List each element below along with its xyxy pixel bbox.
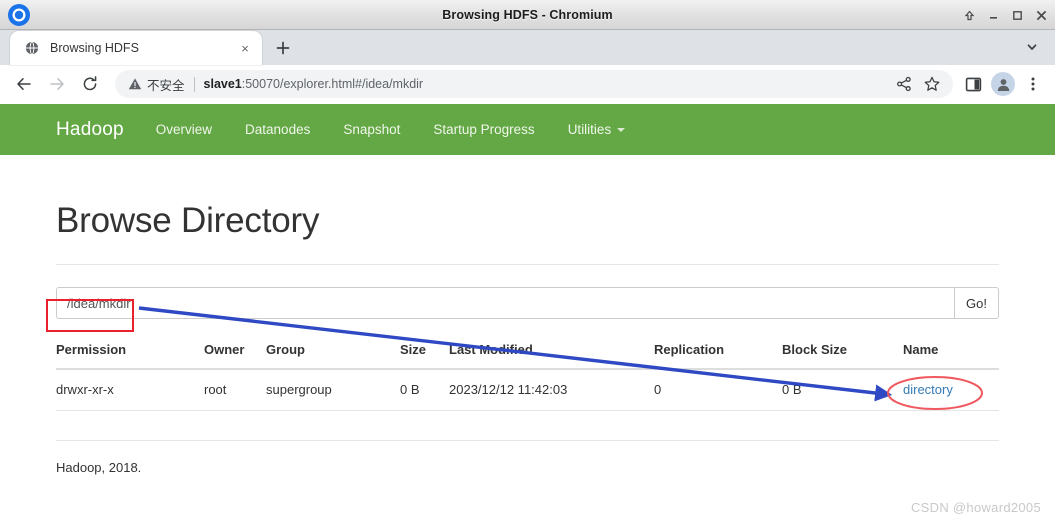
url-host: slave1: [203, 77, 242, 91]
table-row: drwxr-xr-x root supergroup 0 B 2023/12/1…: [56, 369, 999, 411]
cell-name: directory: [903, 369, 999, 411]
hadoop-navbar: Hadoop Overview Datanodes Snapshot Start…: [0, 104, 1055, 155]
page-viewport: Hadoop Overview Datanodes Snapshot Start…: [0, 104, 1055, 519]
toolbar-right-icons: [959, 70, 1047, 98]
security-status-label: 不安全: [147, 78, 185, 93]
title-divider: [56, 264, 999, 265]
cell-block-size: 0 B: [782, 369, 903, 411]
address-bar[interactable]: 不安全 slave1:50070/explorer.html#/idea/mkd…: [115, 70, 953, 98]
column-header-name[interactable]: Name: [903, 342, 999, 370]
column-header-group[interactable]: Group: [266, 342, 400, 370]
globe-icon: [24, 40, 40, 56]
nav-item-overview[interactable]: Overview: [156, 122, 212, 137]
browser-toolbar: 不安全 slave1:50070/explorer.html#/idea/mkd…: [0, 65, 1055, 104]
directory-path-input[interactable]: [56, 287, 954, 319]
column-header-permission[interactable]: Permission: [56, 342, 204, 370]
side-panel-icon[interactable]: [959, 70, 987, 98]
page-title: Browse Directory: [56, 201, 320, 240]
not-secure-warning-icon: [128, 77, 142, 91]
window-title: Browsing HDFS - Chromium: [442, 7, 613, 22]
tab-close-button[interactable]: ×: [236, 39, 254, 57]
chromium-logo-icon: [6, 2, 32, 28]
share-icon[interactable]: [891, 71, 917, 97]
column-header-replication[interactable]: Replication: [654, 342, 782, 370]
table-header-row: Permission Owner Group Size Last Modifie…: [56, 342, 999, 370]
tab-strip: Browsing HDFS ×: [0, 30, 1055, 65]
cell-replication: 0: [654, 369, 782, 411]
column-header-block-size[interactable]: Block Size: [782, 342, 903, 370]
directory-link[interactable]: directory: [903, 382, 953, 397]
tab-title: Browsing HDFS: [50, 41, 139, 55]
forward-arrow-icon[interactable]: [43, 70, 71, 98]
nav-item-startup-progress[interactable]: Startup Progress: [433, 122, 534, 137]
cell-owner: root: [204, 369, 266, 411]
reload-icon[interactable]: [76, 70, 104, 98]
page-content: Browse Directory Go! Permission Owner Gr…: [0, 201, 1055, 475]
star-icon[interactable]: [919, 71, 945, 97]
footer-text: Hadoop, 2018.: [56, 460, 142, 475]
tab-search-chevron-down-icon[interactable]: [1021, 36, 1043, 58]
nav-item-snapshot[interactable]: Snapshot: [343, 122, 400, 137]
cell-group: supergroup: [266, 369, 400, 411]
maximize-button[interactable]: [1007, 4, 1027, 26]
chevron-down-icon: [617, 127, 626, 132]
window-controls: [959, 0, 1051, 30]
back-arrow-icon[interactable]: [10, 70, 38, 98]
url-text: slave1:50070/explorer.html#/idea/mkdir: [204, 77, 887, 91]
minimize-button[interactable]: [983, 4, 1003, 26]
nav-item-utilities[interactable]: Utilities: [568, 122, 626, 137]
cell-size: 0 B: [400, 369, 449, 411]
nav-item-datanodes[interactable]: Datanodes: [245, 122, 310, 137]
omnibox-actions: [891, 71, 945, 97]
cell-last-modified: 2023/12/12 11:42:03: [449, 369, 654, 411]
column-header-last-modified[interactable]: Last Modified: [449, 342, 654, 370]
directory-listing-table: Permission Owner Group Size Last Modifie…: [56, 342, 999, 411]
nav-item-utilities-label: Utilities: [567, 122, 612, 137]
csdn-watermark: CSDN @howard2005: [910, 500, 1041, 515]
cell-permission: drwxr-xr-x: [56, 369, 204, 411]
column-header-owner[interactable]: Owner: [204, 342, 266, 370]
go-button[interactable]: Go!: [954, 287, 999, 319]
footer-divider: [56, 440, 999, 441]
omnibox-divider: [193, 76, 195, 92]
path-input-group: Go!: [56, 287, 999, 319]
shade-button[interactable]: [959, 4, 979, 26]
new-tab-button[interactable]: [268, 33, 298, 63]
window-titlebar: Browsing HDFS - Chromium: [0, 0, 1055, 30]
column-header-size[interactable]: Size: [400, 342, 449, 370]
browser-tab[interactable]: Browsing HDFS ×: [10, 31, 262, 65]
close-button[interactable]: [1031, 4, 1051, 26]
hadoop-brand-link[interactable]: Hadoop: [56, 119, 124, 141]
profile-avatar-icon[interactable]: [991, 72, 1015, 96]
three-dot-menu-icon[interactable]: [1019, 70, 1047, 98]
url-path: :50070/explorer.html#/idea/mkdir: [241, 77, 424, 91]
